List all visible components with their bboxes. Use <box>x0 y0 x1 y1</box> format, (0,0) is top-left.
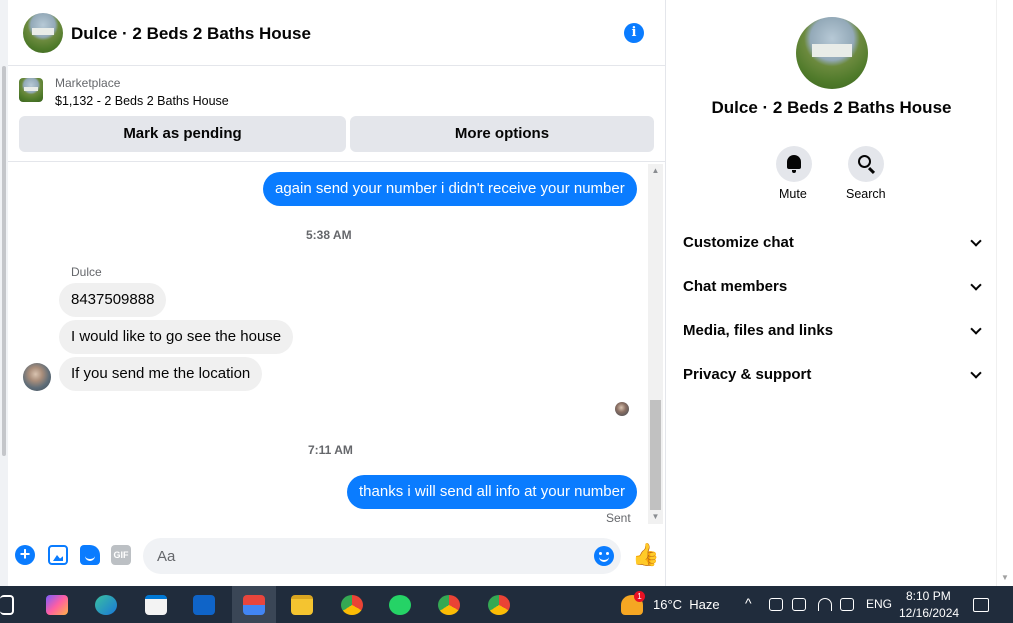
weather-text[interactable]: 16°C Haze <box>653 597 720 612</box>
weather-badge: 1 <box>634 591 645 602</box>
panel-title: Dulce · 2 Beds 2 Baths House <box>711 98 952 117</box>
section-label: Privacy & support <box>683 366 812 383</box>
composer-bar: + GIF 👍 <box>8 526 666 586</box>
sender-avatar[interactable] <box>23 363 51 391</box>
bell-icon <box>787 155 801 173</box>
message-outgoing[interactable]: thanks i will send all info at your numb… <box>347 475 637 509</box>
page-scrollbar[interactable]: ▼ <box>996 0 1013 586</box>
chrome-icon[interactable] <box>341 595 363 615</box>
customize-chat-section[interactable]: Customize chat <box>683 231 983 255</box>
message-incoming[interactable]: If you send me the location <box>59 357 263 391</box>
chat-title[interactable]: Dulce · 2 Beds 2 Baths House <box>71 24 311 44</box>
language-indicator[interactable]: ENG <box>866 597 892 611</box>
camera-icon[interactable] <box>769 598 783 611</box>
search-button[interactable] <box>848 146 884 182</box>
plus-icon[interactable]: + <box>15 545 35 565</box>
chat-panel: Dulce · 2 Beds 2 Baths House i Marketpla… <box>8 0 666 586</box>
windows-taskbar: 1 16°C Haze ^ ENG 8:10 PM 12/16/2024 <box>0 586 1013 623</box>
chevron-down-icon <box>969 363 983 387</box>
section-label: Customize chat <box>683 234 794 251</box>
chrome-profile-icon[interactable] <box>488 595 510 615</box>
mute-label: Mute <box>779 187 807 201</box>
emoji-icon[interactable] <box>594 546 614 566</box>
search-icon <box>858 155 871 168</box>
messenger-window: Dulce · 2 Beds 2 Baths House i Marketpla… <box>0 0 1013 586</box>
edge-browser-icon[interactable] <box>95 595 117 615</box>
scroll-down-arrow-icon[interactable]: ▼ <box>648 510 663 524</box>
timestamp: 5:38 AM <box>306 228 352 242</box>
microsoft-store-icon[interactable] <box>145 595 167 615</box>
mute-button[interactable] <box>776 146 812 182</box>
search-label: Search <box>846 187 886 201</box>
seen-avatar <box>615 402 629 416</box>
more-options-button[interactable]: More options <box>350 116 654 152</box>
image-icon[interactable] <box>48 545 68 565</box>
wifi-icon[interactable] <box>818 598 832 611</box>
listing-title[interactable]: $1,132 - 2 Beds 2 Baths House <box>55 94 229 108</box>
outlook-icon[interactable] <box>193 595 215 615</box>
file-explorer-icon[interactable] <box>291 595 313 615</box>
battery-icon[interactable] <box>792 598 806 611</box>
clock-time[interactable]: 8:10 PM <box>906 589 951 603</box>
whatsapp-icon[interactable] <box>389 595 411 615</box>
timestamp: 7:11 AM <box>308 443 353 457</box>
sticker-icon[interactable] <box>80 545 100 565</box>
task-view-icon[interactable] <box>0 595 14 615</box>
info-icon[interactable]: i <box>624 23 644 43</box>
listing-thumbnail[interactable] <box>19 78 43 102</box>
section-label: Chat members <box>683 278 788 295</box>
privacy-support-section[interactable]: Privacy & support <box>683 363 983 387</box>
message-incoming[interactable]: I would like to go see the house <box>59 320 294 354</box>
chevron-down-icon <box>969 319 983 343</box>
chevron-down-icon <box>969 231 983 255</box>
marketplace-banner: Marketplace $1,132 - 2 Beds 2 Baths Hous… <box>8 66 666 162</box>
clock-date[interactable]: 12/16/2024 <box>899 606 959 620</box>
like-icon[interactable]: 👍 <box>632 543 659 567</box>
section-label: Media, files and links <box>683 322 834 339</box>
marketplace-label: Marketplace <box>55 76 121 90</box>
messages-scrollbar-thumb[interactable] <box>650 400 661 510</box>
chat-members-section[interactable]: Chat members <box>683 275 983 299</box>
delivery-status: Sent <box>606 511 631 525</box>
left-scrollbar-thumb[interactable] <box>2 66 6 456</box>
mark-as-pending-button[interactable]: Mark as pending <box>19 116 346 152</box>
scroll-down-arrow-icon[interactable]: ▼ <box>1001 573 1009 582</box>
left-scrollbar[interactable] <box>0 0 8 586</box>
messages-scrollbar[interactable]: ▲ ▼ <box>648 164 663 524</box>
volume-icon[interactable] <box>840 598 854 611</box>
chrome-profile-icon[interactable] <box>438 595 460 615</box>
chat-header: Dulce · 2 Beds 2 Baths House i <box>8 0 666 66</box>
active-app-icon[interactable] <box>243 595 265 615</box>
gif-icon[interactable]: GIF <box>111 545 131 565</box>
scroll-up-arrow-icon[interactable]: ▲ <box>648 164 663 178</box>
listing-avatar[interactable] <box>23 13 63 53</box>
message-incoming[interactable]: 8437509888 <box>59 283 167 317</box>
message-list[interactable]: again send your number i didn't receive … <box>8 162 666 526</box>
listing-profile-avatar[interactable] <box>796 17 868 89</box>
conversation-info-panel: Dulce · 2 Beds 2 Baths House Mute Search… <box>667 0 996 586</box>
message-outgoing[interactable]: again send your number i didn't receive … <box>263 172 637 206</box>
copilot-icon[interactable] <box>46 595 68 615</box>
media-files-links-section[interactable]: Media, files and links <box>683 319 983 343</box>
notification-icon[interactable] <box>973 598 989 612</box>
sender-name: Dulce <box>71 265 102 279</box>
chevron-up-icon[interactable]: ^ <box>745 595 752 611</box>
chevron-down-icon <box>969 275 983 299</box>
message-input[interactable] <box>143 538 621 574</box>
